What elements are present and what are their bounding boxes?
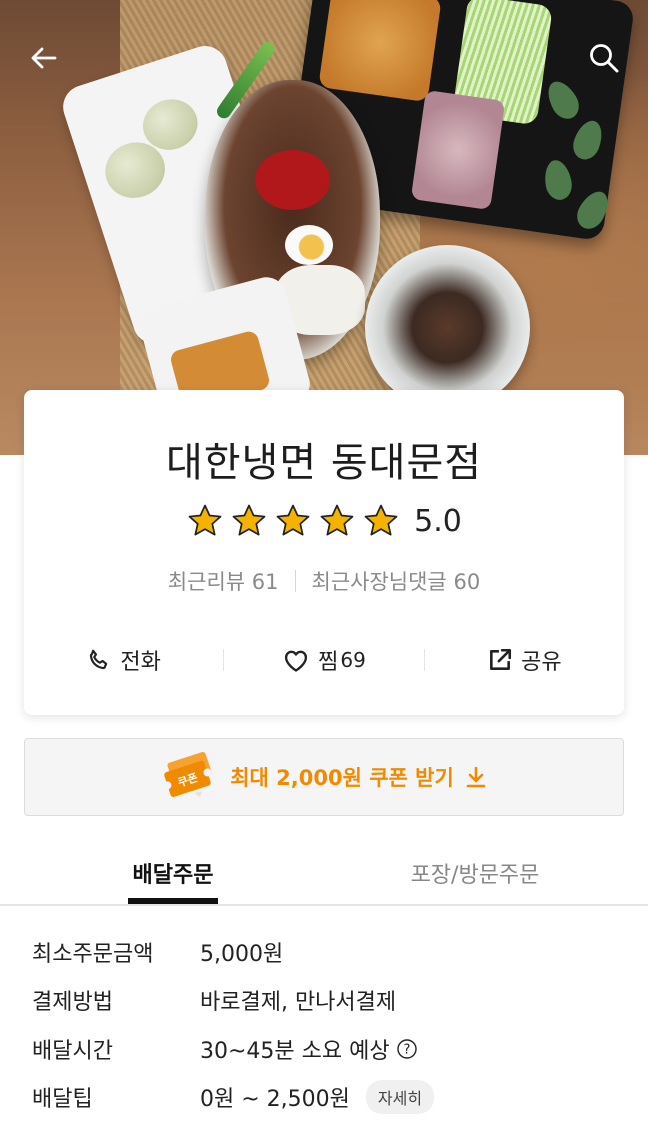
payment-method-label: 결제방법: [32, 990, 113, 1015]
recent-reviews-label: 최근리뷰: [167, 570, 246, 594]
search-button[interactable]: [584, 38, 624, 78]
share-icon: [490, 648, 512, 670]
delivery-time-value-wrap: 30~45분 소요 예상 ?: [200, 1033, 418, 1065]
heart-icon: [285, 650, 308, 672]
order-type-tabs: 배달주문 포장/방문주문: [0, 842, 648, 906]
delivery-tip-row: 배달팁 0원 ~ 2,500원 자세히: [32, 1077, 435, 1117]
search-icon: [590, 44, 619, 73]
divider: [294, 570, 296, 592]
delivery-time-value: 30~45분 소요 예상: [200, 1039, 390, 1064]
tab-delivery[interactable]: 배달주문: [128, 842, 218, 904]
payment-method-value: 바로결제, 만나서결제: [200, 990, 397, 1015]
call-button[interactable]: 전화: [24, 644, 223, 676]
like-button[interactable]: 찜 69: [224, 644, 423, 676]
coupon-text: 최대 2,000원 쿠폰 받기: [230, 766, 454, 790]
like-label: 찜: [318, 650, 339, 675]
store-info-card: 대한냉면 동대문점 5.0 최근리뷰 61 최근사장님댓글 60 전화 찜 69…: [24, 390, 624, 715]
review-stats: 최근리뷰 61 최근사장님댓글 60: [24, 566, 624, 596]
like-count: 69: [340, 648, 366, 672]
svg-text:?: ?: [403, 1043, 410, 1058]
owner-replies-label: 최근사장님댓글: [311, 570, 447, 594]
share-label: 공유: [521, 650, 562, 675]
coupon-ticket-icon: 쿠폰: [163, 751, 212, 797]
delivery-time-label: 배달시간: [32, 1039, 113, 1064]
help-icon[interactable]: ?: [396, 1038, 418, 1060]
coupon-download-button[interactable]: 쿠폰 최대 2,000원 쿠폰 받기: [24, 738, 624, 816]
star-icon: [188, 504, 222, 536]
owner-replies-count: 60: [453, 570, 481, 594]
recent-reviews-count: 61: [251, 570, 279, 594]
download-icon: [466, 766, 486, 788]
delivery-tip-value-wrap: 0원 ~ 2,500원 자세히: [200, 1080, 435, 1114]
delivery-tip-value: 0원 ~ 2,500원: [200, 1087, 350, 1112]
star-icon: [320, 504, 354, 536]
call-label: 전화: [120, 650, 161, 675]
share-button[interactable]: 공유: [425, 644, 624, 676]
tab-pickup[interactable]: 포장/방문주문: [390, 842, 560, 904]
star-icon: [232, 504, 266, 536]
store-actions: 전화 찜 69 공유: [24, 640, 624, 680]
arrow-left-icon: [31, 47, 57, 69]
min-order-row: 최소주문금액 5,000원: [32, 932, 283, 972]
payment-method-row: 결제방법 바로결제, 만나서결제: [32, 980, 396, 1020]
min-order-label: 최소주문금액: [32, 942, 154, 967]
back-button[interactable]: [24, 38, 64, 78]
store-name: 대한냉면 동대문점: [165, 440, 483, 486]
recent-reviews-link[interactable]: 최근리뷰 61: [168, 566, 279, 596]
delivery-tip-label: 배달팁: [32, 1087, 93, 1112]
divider: [0, 904, 648, 906]
star-icon: [364, 504, 398, 536]
star-icon: [276, 504, 310, 536]
rating-row: 5.0: [24, 502, 624, 540]
rating-value: 5.0: [414, 503, 462, 539]
phone-icon: [90, 649, 108, 670]
owner-replies-link[interactable]: 최근사장님댓글 60: [312, 566, 481, 596]
min-order-value: 5,000원: [200, 942, 284, 967]
store-hero-image: [0, 0, 648, 455]
delivery-tip-detail-button[interactable]: 자세히: [365, 1080, 435, 1114]
delivery-time-row: 배달시간 30~45분 소요 예상 ?: [32, 1029, 418, 1069]
